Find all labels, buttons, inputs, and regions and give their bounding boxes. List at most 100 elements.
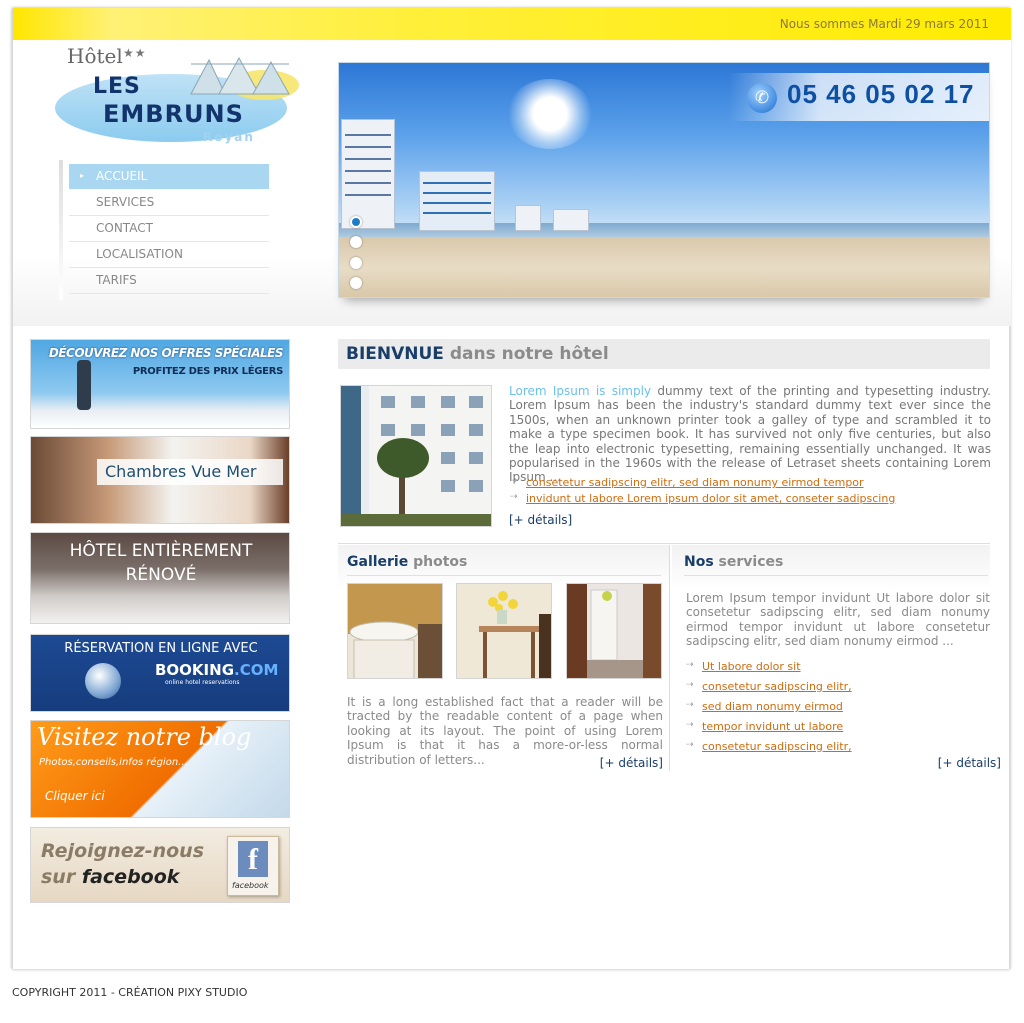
booking-logo: BOOKING.COM: [155, 661, 278, 679]
banner-building-small: [515, 205, 541, 231]
welcome-text-highlight: Lorem Ipsum is simply: [509, 384, 652, 398]
nav-item-label: TARIFS: [96, 273, 137, 287]
booking-tagline: online hotel reservations: [165, 679, 240, 686]
logo-tents-icon: [190, 56, 290, 95]
nav-item-label: CONTACT: [96, 221, 153, 235]
promo-offres-subtitle: PROFITEZ DES PRIX LÉGERS: [132, 366, 283, 377]
services-title-main: Nos: [684, 554, 714, 570]
welcome-link[interactable]: consetetur sadipscing elitr, sed diam no…: [526, 476, 864, 489]
welcome-title-sub: dans notre hôtel: [443, 344, 609, 364]
arrow-right-icon: ⇢: [686, 740, 694, 750]
nav-item-contact[interactable]: CONTACT: [69, 216, 269, 242]
promo-facebook[interactable]: Rejoignez-nous sur facebook f facebook: [30, 827, 290, 903]
list-item: ⇢ Ut labore dolor sit: [686, 660, 852, 680]
gallery-title-main: Gallerie: [347, 554, 409, 570]
slide-dot-3[interactable]: [350, 257, 362, 269]
nav-item-tarifs[interactable]: TARIFS: [69, 268, 269, 294]
promo-blog-cta[interactable]: Cliquer ici: [45, 789, 105, 803]
arrow-right-icon: ⇢: [686, 720, 694, 730]
services-link[interactable]: Ut labore dolor sit: [702, 660, 801, 673]
list-item: ⇢ consetetur sadipscing elitr,: [686, 740, 852, 760]
services-link[interactable]: consetetur sadipscing elitr,: [702, 740, 852, 753]
services-link[interactable]: consetetur sadipscing elitr,: [702, 680, 852, 693]
promo-chambres-vue-mer[interactable]: Chambres Vue Mer: [30, 436, 290, 524]
nav-item-localisation[interactable]: LOCALISATION: [69, 242, 269, 268]
hotel-logo[interactable]: Hôtel ★★ LES EMBRUNS Royan: [51, 44, 301, 149]
arrow-right-icon: ⇢: [686, 660, 694, 670]
promo-blog-title: Visitez notre blog: [37, 723, 252, 751]
section-divider: [338, 543, 990, 544]
booking-brand: BOOKING: [155, 661, 235, 679]
promo-booking[interactable]: RÉSERVATION EN LIGNE AVEC BOOKING.COM on…: [30, 634, 290, 712]
nav-item-accueil[interactable]: ▸ ACCUEIL: [69, 164, 269, 190]
nav-side-line: [59, 160, 63, 300]
promo-offres-speciales[interactable]: DÉCOUVREZ NOS OFFRES SPÉCIALES PROFITEZ …: [30, 339, 290, 429]
banner-sun: [507, 79, 593, 149]
services-details-link[interactable]: [+ détails]: [938, 756, 1001, 770]
gallery-title: Gallerie photos: [347, 554, 467, 570]
facebook-icon: f facebook: [227, 836, 279, 896]
list-item: ⇢ invidunt ut labore Lorem ipsum dolor s…: [510, 492, 895, 508]
current-date: Nous sommes Mardi 29 mars 2011: [779, 17, 989, 31]
hero-banner: ✆ 05 46 05 02 17: [338, 62, 990, 298]
arrow-right-icon: ⇢: [686, 680, 694, 690]
services-text: Lorem Ipsum tempor invidunt Ut labore do…: [686, 591, 990, 649]
list-item: ⇢ tempor invidunt ut labore: [686, 720, 852, 740]
services-rule: [684, 575, 988, 576]
gallery-thumb-bathroom[interactable]: [347, 583, 443, 679]
gallery-rule: [347, 575, 661, 576]
banner-beach: [339, 237, 989, 297]
arrow-right-icon: ⇢: [510, 476, 518, 486]
services-panel: Nos services Lorem Ipsum tempor invidunt…: [672, 545, 1001, 771]
main-nav: ▸ ACCUEIL SERVICES CONTACT LOCALISATION …: [69, 164, 269, 294]
services-link-list: ⇢ Ut labore dolor sit ⇢ consetetur sadip…: [686, 660, 852, 760]
hotel-photo-drawing: [341, 386, 491, 526]
welcome-link[interactable]: invidunt ut labore Lorem ipsum dolor sit…: [526, 492, 895, 505]
thumb-room-drawing: [567, 584, 661, 678]
welcome-text: Lorem Ipsum is simply dummy text of the …: [509, 384, 991, 485]
arrow-right-icon: ⇢: [686, 700, 694, 710]
slide-dot-1[interactable]: [350, 216, 362, 228]
logo-stars: ★★: [123, 46, 147, 60]
nav-item-services[interactable]: SERVICES: [69, 190, 269, 216]
services-link[interactable]: tempor invidunt ut labore: [702, 720, 843, 733]
welcome-title: BIENVNUE dans notre hôtel: [346, 344, 609, 364]
page-container: Nous sommes Mardi 29 mars 2011 Hôtel ★★ …: [12, 8, 1011, 969]
gallery-thumb-room[interactable]: [566, 583, 662, 679]
promo-facebook-prefix: sur: [41, 866, 82, 888]
welcome-title-main: BIENVNUE: [346, 344, 444, 364]
promo-blog-subtitle: Photos,conseils,infos région...: [39, 757, 188, 768]
arrow-right-icon: ⇢: [510, 492, 518, 502]
logo-embruns-word: EMBRUNS: [103, 100, 244, 128]
facebook-badge-text: facebook: [232, 881, 269, 890]
promo-blog[interactable]: Visitez notre blog Photos,conseils,infos…: [30, 720, 290, 818]
slide-dot-2[interactable]: [350, 236, 362, 248]
banner-building-center: [419, 171, 495, 231]
services-title-sub: services: [713, 554, 784, 570]
gallery-title-sub: photos: [408, 554, 468, 570]
list-item: ⇢ sed diam nonumy eirmod: [686, 700, 852, 720]
gallery-panel: Gallerie photos It is a long established…: [338, 545, 670, 771]
phone-box: ✆ 05 46 05 02 17: [729, 73, 989, 121]
logo-les-word: LES: [93, 74, 141, 99]
facebook-f-letter: f: [238, 841, 268, 877]
banner-building-left: [341, 119, 395, 229]
promo-offres-title: DÉCOUVREZ NOS OFFRES SPÉCIALES: [48, 346, 284, 360]
welcome-details-link[interactable]: [+ détails]: [509, 513, 572, 527]
hotel-photo: [340, 385, 492, 527]
promo-facebook-line1: Rejoignez-nous: [41, 840, 205, 862]
slide-dot-4[interactable]: [350, 277, 362, 289]
welcome-text-body: dummy text of the printing and typesetti…: [509, 384, 991, 485]
services-link[interactable]: sed diam nonumy eirmod: [702, 700, 843, 713]
top-bar: Nous sommes Mardi 29 mars 2011: [13, 8, 1011, 40]
phone-number[interactable]: 05 46 05 02 17: [787, 79, 975, 110]
promo-renove-line1: HÔTEL ENTIÈREMENT: [69, 541, 253, 561]
phone-icon: ✆: [747, 83, 777, 113]
gallery-thumb-flowers[interactable]: [456, 583, 552, 679]
gallery-details-link[interactable]: [+ détails]: [600, 756, 663, 770]
promo-facebook-line2: sur facebook: [41, 866, 179, 888]
header: Hôtel ★★ LES EMBRUNS Royan ▸ ACCUEIL SER…: [13, 40, 1011, 326]
booking-brand-suffix: .COM: [234, 661, 279, 679]
promo-hotel-renove[interactable]: HÔTEL ENTIÈREMENT RÉNOVÉ: [30, 532, 290, 624]
thumb-bathroom-drawing: [348, 584, 442, 678]
